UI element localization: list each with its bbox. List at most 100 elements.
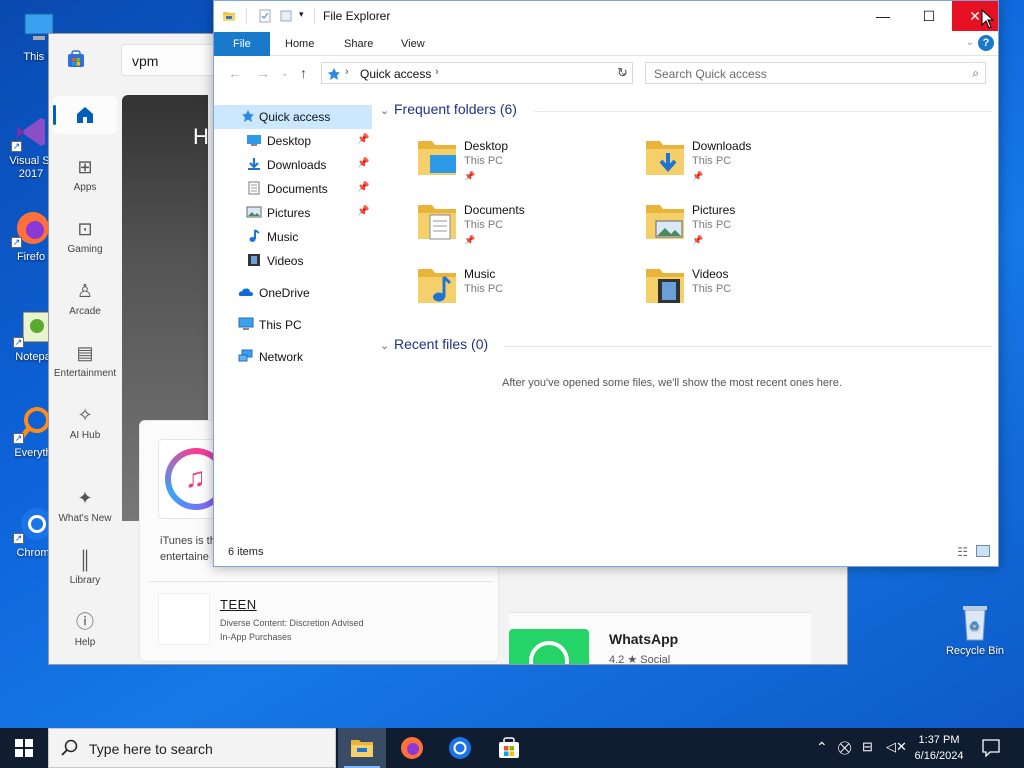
shortcut-arrow-icon: ↗ — [13, 337, 24, 348]
desktop-icon-recycle-bin[interactable]: ♻ Recycle Bin — [940, 602, 1010, 658]
store-nav-gaming[interactable]: ⊡ Gaming — [49, 218, 121, 255]
taskbar-search-box[interactable]: Type here to search — [48, 728, 336, 768]
folder-name: Downloads — [692, 139, 752, 153]
breadcrumb-separator-icon: › — [435, 66, 439, 78]
store-nav-ai-hub[interactable]: ✧ AI Hub — [49, 404, 121, 441]
folder-tile-desktop[interactable]: Desktop This PC 📌 — [416, 135, 636, 195]
clock-time: 1:37 PM — [918, 734, 960, 746]
ethernet-icon[interactable]: ⊟ — [862, 739, 873, 768]
address-row: ← → ⌄ ↑ › Quick access › ⌄ ↻ Search Quic… — [214, 59, 998, 89]
folder-tile-documents[interactable]: Documents This PC 📌 — [416, 199, 636, 259]
recent-locations-icon[interactable]: ⌄ — [281, 68, 289, 79]
recycle-bin-icon: ♻ — [955, 602, 995, 642]
apps-icon: ⊞ — [77, 157, 93, 177]
store-app-card-whatsapp[interactable]: WhatsApp 4.2 ★ Social — [509, 612, 811, 664]
help-icon[interactable]: ? — [978, 35, 994, 51]
nav-this-pc[interactable]: This PC — [214, 313, 372, 337]
firefox-icon — [401, 737, 423, 759]
computer-icon — [238, 317, 254, 330]
tab-home[interactable]: Home — [271, 32, 328, 56]
pin-icon: 📌 — [357, 158, 370, 169]
store-nav-apps[interactable]: ⊞ Apps — [49, 156, 121, 193]
nav-label: OneDrive — [259, 286, 310, 300]
group-header-recent[interactable]: ⌄ Recent files (0) — [380, 336, 488, 352]
search-box[interactable]: Search Quick access ⌕ — [645, 62, 986, 84]
folder-tile-pictures[interactable]: Pictures This PC 📌 — [644, 199, 864, 259]
visual-studio-icon: ↗ — [11, 112, 51, 152]
customize-toolbar-icon[interactable]: ▾ — [299, 9, 304, 20]
nav-desktop[interactable]: Desktop 📌 — [214, 129, 372, 153]
sparkle-icon: ✧ — [77, 405, 93, 425]
store-nav-arcade[interactable]: ♙ Arcade — [49, 280, 121, 317]
maximize-button[interactable]: ☐ — [906, 1, 952, 31]
expand-ribbon-icon[interactable]: ⌄ — [966, 37, 974, 48]
nav-music[interactable]: Music — [214, 225, 372, 249]
downloads-folder-icon — [646, 141, 684, 175]
folder-tile-videos[interactable]: Videos This PC — [644, 263, 864, 323]
ribbon-tabs: File Home Share View ⌄ ? — [214, 32, 998, 56]
large-icons-view-icon[interactable] — [976, 545, 990, 557]
nav-network[interactable]: Network — [214, 345, 372, 369]
store-nav-library[interactable]: ║ Library — [49, 549, 121, 586]
forward-arrow-icon[interactable]: → — [256, 65, 270, 81]
folder-icon — [223, 12, 235, 21]
taskbar-microsoft-store[interactable] — [485, 728, 533, 768]
breadcrumb-quick-access[interactable]: Quick access — [360, 67, 431, 81]
chevron-down-icon: ⌄ — [380, 105, 390, 117]
store-nav-home[interactable] — [53, 96, 117, 134]
store-nav-entertainment[interactable]: ▤ Entertainment — [49, 342, 121, 379]
nav-label: Entertainment — [53, 368, 117, 379]
folder-location: This PC — [464, 219, 504, 231]
new-folder-icon[interactable] — [279, 9, 293, 23]
nav-quick-access[interactable]: Quick access — [214, 105, 372, 129]
group-header-frequent[interactable]: ⌄ Frequent folders (6) — [380, 101, 517, 117]
nav-videos[interactable]: Videos — [214, 249, 372, 273]
tab-file[interactable]: File — [214, 32, 270, 56]
pin-icon: 📌 — [464, 171, 476, 181]
folder-tile-downloads[interactable]: Downloads This PC 📌 — [644, 135, 864, 195]
tab-view[interactable]: View — [387, 32, 439, 56]
refresh-icon[interactable]: ↻ — [617, 65, 628, 81]
nav-onedrive[interactable]: OneDrive — [214, 281, 372, 305]
taskbar-chrome[interactable] — [436, 728, 484, 768]
nav-label: What's New — [58, 513, 112, 524]
network-icon — [238, 349, 253, 362]
hero-title: H — [193, 124, 209, 149]
up-arrow-icon[interactable]: ↑ — [300, 65, 307, 81]
age-rating-icon — [158, 593, 210, 645]
age-rating-title[interactable]: TEEN — [220, 597, 257, 612]
taskbar-file-explorer[interactable] — [338, 728, 386, 768]
folder-name: Desktop — [464, 139, 509, 153]
separator — [314, 8, 315, 24]
folder-tile-music[interactable]: Music This PC — [416, 263, 636, 323]
store-nav-help[interactable]: ⓘ Help — [49, 611, 121, 648]
properties-icon[interactable] — [258, 9, 272, 23]
store-nav-whats-new[interactable]: ✦ What's New — [49, 487, 121, 524]
explorer-titlebar[interactable]: ▾ File Explorer — ☐ ✕ — [214, 1, 998, 32]
system-clock[interactable]: 1:37 PM 6/16/2024 — [904, 732, 974, 764]
group-title: Recent files (0) — [394, 336, 489, 352]
chevron-down-icon: ⌄ — [380, 340, 390, 352]
nav-pictures[interactable]: Pictures 📌 — [214, 201, 372, 225]
documents-folder-icon — [418, 205, 456, 240]
tab-share[interactable]: Share — [330, 32, 387, 56]
start-button[interactable] — [0, 728, 48, 768]
taskbar-firefox[interactable] — [388, 728, 436, 768]
notification-center-icon[interactable] — [982, 739, 1000, 757]
empty-state-message: After you've opened some files, we'll sh… — [502, 377, 842, 389]
document-icon — [248, 181, 260, 195]
nav-downloads[interactable]: Downloads 📌 — [214, 153, 372, 177]
shortcut-arrow-icon: ↗ — [13, 433, 24, 444]
network-disconnected-icon[interactable]: ⛒ — [838, 740, 851, 768]
nav-label: Pictures — [267, 206, 311, 220]
details-view-icon[interactable]: ☷ — [957, 545, 968, 559]
back-arrow-icon[interactable]: ← — [228, 65, 242, 81]
address-bar[interactable]: › Quick access › ⌄ — [321, 62, 633, 84]
nav-documents[interactable]: Documents 📌 — [214, 177, 372, 201]
clapperboard-icon: ▤ — [76, 343, 94, 363]
show-hidden-icons-chevron-up-icon[interactable]: ⌃ — [816, 739, 828, 768]
nav-label: Desktop — [267, 134, 312, 148]
status-bar: 6 items ☷ — [214, 540, 998, 566]
minimize-button[interactable]: — — [860, 1, 906, 31]
file-explorer-window: ▾ File Explorer — ☐ ✕ File Home Share Vi… — [213, 0, 999, 567]
